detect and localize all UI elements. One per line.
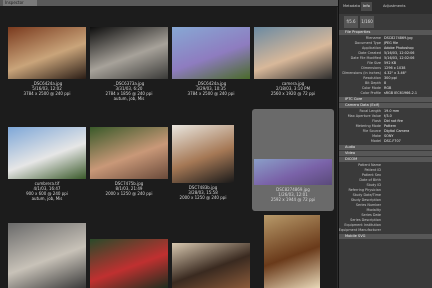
section-audio[interactable]: Audio (339, 145, 432, 150)
tab-adjustments[interactable]: Adjustments (381, 2, 408, 11)
thumbnail-image[interactable] (264, 215, 320, 288)
thumbnail[interactable] (8, 223, 86, 288)
metadata-value: DSC-F707 (384, 139, 401, 143)
tab-info[interactable]: Info (361, 2, 372, 11)
thumbnail-image[interactable] (254, 159, 332, 185)
thumbnail-image[interactable] (172, 243, 250, 288)
metadata-row: Color Profile sRGB IEC61966-2.1 (339, 91, 432, 96)
section-dicom[interactable]: DICOM (339, 157, 432, 162)
thumbnail[interactable]: _DSC6373a.jpg 3/31/03, 6:20 2784 x 1856 @ … (90, 27, 168, 101)
thumbnail-info: 3784 x 2500 @ 240 ppi (23, 91, 71, 96)
metadata-value: sRGB IEC61966-2.1 (384, 91, 418, 95)
thumbnail[interactable]: DSC7483b.jpg 3/28/03, 15:58 2000 x 1250 @ … (172, 125, 234, 200)
panel-tabs: Metadata Info Adjustments (339, 0, 432, 14)
thumbnail[interactable]: _DSC6424a.jpg 5/16/03, 12:02 3784 x 2500 @… (8, 27, 86, 96)
thumbnail-image[interactable] (90, 27, 168, 79)
thumbnail-grid[interactable]: _DSC6424a.jpg 5/16/03, 12:02 3784 x 2500 @… (0, 7, 337, 288)
section-iptc-core[interactable]: IPTC Core (339, 97, 432, 102)
metadata-key: Model (370, 139, 381, 143)
thumbnail-image[interactable] (172, 125, 234, 183)
thumbnail[interactable]: _DSC6424a.jpg 3/29/03, 10:35 3784 x 2500 @… (172, 27, 250, 96)
thumbnail-info: 2000 x 1250 @ 240 ppi (179, 195, 227, 200)
section-camera-data[interactable]: Camera Data (Exif) (339, 103, 432, 108)
thumbnail-image[interactable] (8, 127, 86, 179)
thumbnail-info: 3784 x 2500 @ 240 ppi (187, 91, 235, 96)
thumbnail[interactable] (172, 243, 250, 288)
shutter-readout: 1/160 (360, 16, 374, 28)
metadata-row: Equipment Manufacturer (339, 228, 432, 233)
section-file-properties[interactable]: File Properties (339, 30, 432, 35)
metadata-key: Equipment Manufacturer (338, 228, 381, 232)
thumbnail-info: 2592 x 1944 @ 72 ppi (270, 197, 316, 202)
thumbnail-extra: autum, job, Mis (113, 96, 145, 101)
thumbnail-image[interactable] (254, 27, 332, 79)
thumbnail[interactable]: DSC8274869.jpg 1/26/03, 12:01 2592 x 1944 … (254, 159, 332, 202)
metadata-key: Color Profile (360, 91, 381, 95)
thumbnail-image[interactable] (8, 27, 86, 79)
thumbnail-image[interactable] (8, 223, 86, 288)
thumbnail-image[interactable] (90, 239, 168, 288)
metadata-row: Model DSC-F707 (339, 139, 432, 144)
thumbnail-extra: autum, job, Mis (31, 196, 63, 201)
thumbnail-info: 2000 x 1250 @ 240 ppi (105, 191, 153, 196)
thumbnail[interactable]: camera.jpg 2/18/03, 3:10 PM 2560 x 1920 @ … (254, 27, 332, 96)
window-tab[interactable]: Inspector (3, 0, 37, 6)
metadata-panel: Metadata Info Adjustments File Propertie… (338, 0, 432, 288)
thumbnail-info: 2560 x 1920 @ 72 ppi (270, 91, 316, 96)
thumbnail[interactable]: cumbrera.tif 4/1/03, 16:47 900 x 600 @ 240… (8, 127, 86, 201)
thumbnail[interactable] (90, 239, 168, 288)
tab-metadata[interactable]: Metadata (341, 2, 362, 11)
thumbnail[interactable]: DSC7475b.jpg 8/1/03, 21:49 2000 x 1250 @ 2… (90, 127, 168, 196)
section-video[interactable]: Video (339, 151, 432, 156)
thumbnail-image[interactable] (172, 27, 250, 79)
thumbnail[interactable] (264, 215, 320, 288)
section-mobile-svg[interactable]: Mobile SVG (339, 234, 432, 239)
aperture-readout: f/5.6 (344, 16, 358, 28)
panel-toolbar: f/5.6 1/160 (344, 16, 430, 28)
thumbnail-image[interactable] (90, 127, 168, 179)
